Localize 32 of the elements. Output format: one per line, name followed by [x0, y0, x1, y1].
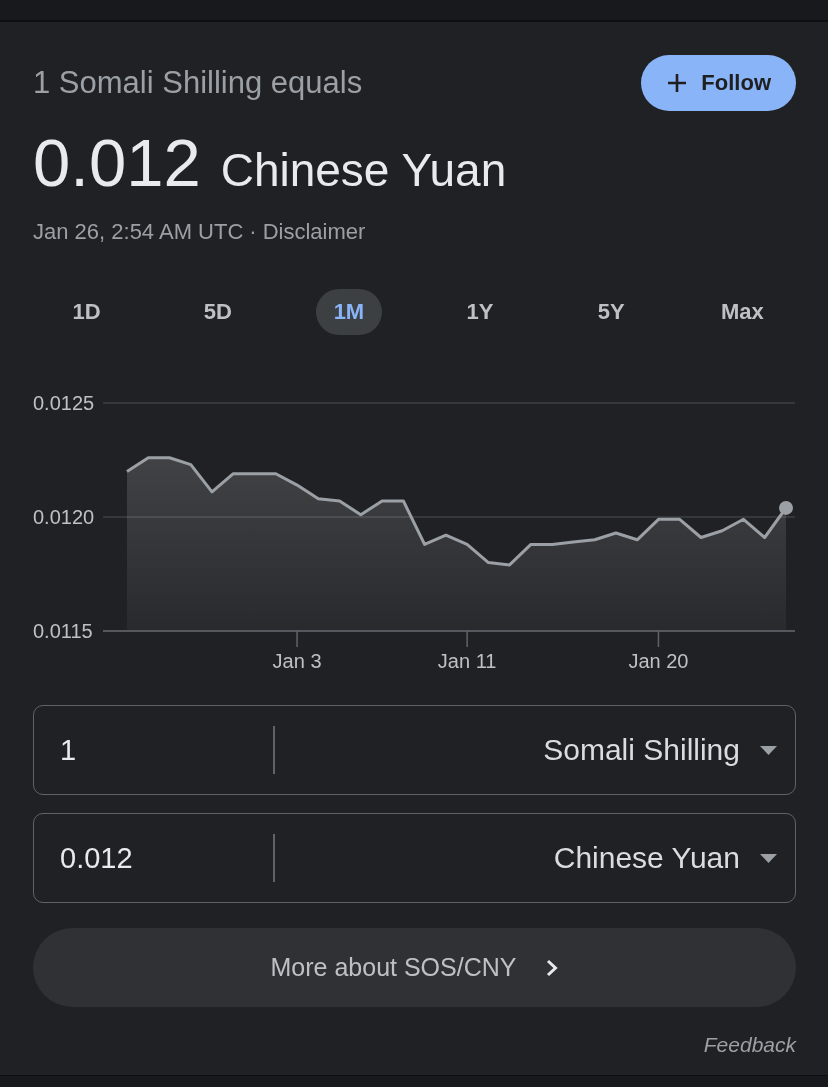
feedback-link[interactable]: Feedback — [703, 1033, 796, 1058]
x-axis-label: Jan 3 — [272, 650, 322, 673]
range-tab[interactable]: 5Y — [579, 289, 643, 336]
follow-button[interactable]: Follow — [641, 55, 796, 111]
amount-input[interactable]: 1 — [34, 706, 273, 795]
separator: · — [249, 220, 257, 245]
y-axis-label: 0.0120 — [33, 506, 95, 529]
latest-point-icon — [779, 501, 793, 516]
currency-dropdown[interactable]: Chinese Yuan — [274, 814, 795, 903]
disclaimer-link[interactable]: Disclaimer — [262, 220, 366, 245]
currency-dropdown[interactable]: Somali Shilling — [274, 706, 795, 795]
converter-field[interactable]: 1 Somali Shilling — [33, 705, 796, 796]
timestamp: Jan 26, 2:54 AM UTC — [33, 220, 244, 245]
range-tab[interactable]: 1Y — [448, 289, 512, 336]
chevron-right-icon — [546, 958, 559, 977]
range-tab[interactable]: Max — [703, 289, 782, 336]
x-axis-label: Jan 11 — [437, 650, 497, 673]
x-axis-label: Jan 20 — [628, 650, 689, 673]
plus-icon — [667, 73, 688, 93]
y-axis-label: 0.0125 — [33, 392, 95, 415]
y-axis-label: 0.0115 — [33, 620, 93, 643]
caret-icon — [760, 853, 777, 863]
conversion-subtitle: 1 Somali Shilling equals — [33, 65, 363, 101]
rate-value: 0.012 — [33, 129, 201, 196]
rate-currency: Chinese Yuan — [220, 147, 507, 193]
more-about-button[interactable]: More about SOS/CNY — [33, 928, 796, 1008]
range-tab[interactable]: 5D — [185, 289, 250, 336]
converter-field[interactable]: 0.012 Chinese Yuan — [33, 813, 796, 904]
range-tab[interactable]: 1M — [315, 289, 383, 336]
range-tab[interactable]: 1D — [54, 289, 119, 336]
caret-icon — [760, 745, 777, 755]
amount-input[interactable]: 0.012 — [34, 814, 273, 903]
